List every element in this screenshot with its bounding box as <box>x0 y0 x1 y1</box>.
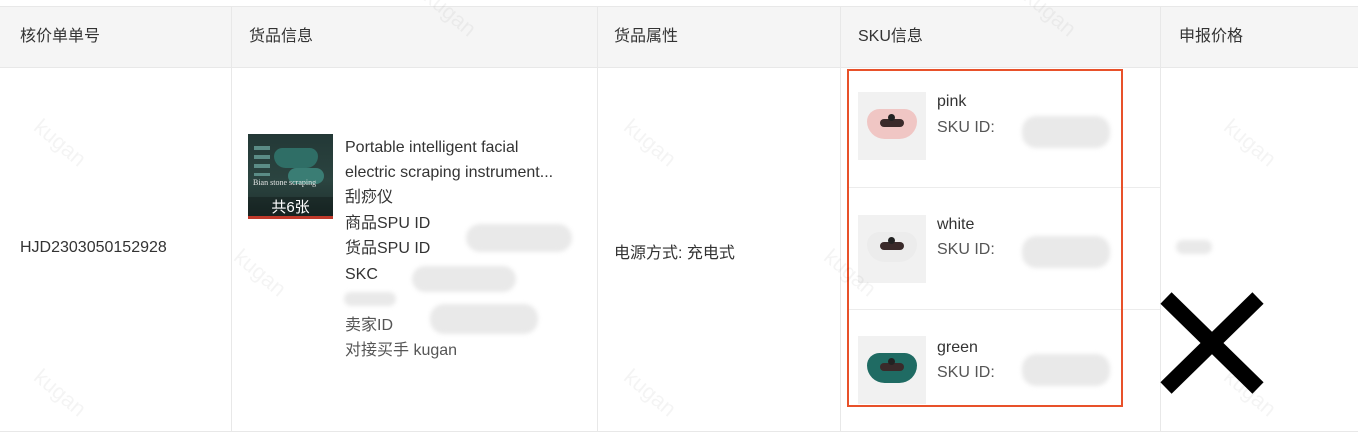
header-product-info: 货品信息 <box>249 28 314 45</box>
thumbnail-decor <box>254 146 270 176</box>
product-title-line1[interactable]: Portable intelligent facial <box>345 138 518 158</box>
column-divider <box>840 6 841 432</box>
row-divider <box>0 431 1358 432</box>
product-spu-label: 商品SPU ID <box>345 215 431 232</box>
header-sku-info: SKU信息 <box>858 28 923 45</box>
skc-label: SKC <box>345 266 378 283</box>
column-divider <box>231 6 232 432</box>
redacted-price <box>1176 240 1212 254</box>
redacted-value <box>430 304 538 334</box>
device-shape <box>274 148 318 168</box>
redacted-value <box>344 292 396 306</box>
column-divider <box>597 6 598 432</box>
redacted-value <box>412 266 516 292</box>
sku-highlight-box <box>847 69 1123 407</box>
header-order-no: 核价单单号 <box>20 28 101 45</box>
header-declared-price: 申报价格 <box>1179 28 1244 45</box>
thumbnail-accent <box>248 216 333 219</box>
product-name-cn: 刮痧仪 <box>345 189 394 206</box>
buyer-label: 对接买手 kugan <box>345 342 458 359</box>
header-product-attributes: 货品属性 <box>614 28 679 45</box>
redacted-value <box>466 224 572 252</box>
order-number[interactable]: HJD2303050152928 <box>20 239 167 257</box>
product-title-line2[interactable]: electric scraping instrument... <box>345 163 553 183</box>
product-attribute: 电源方式: 充电式 <box>614 245 735 262</box>
table-header: 核价单单号 货品信息 货品属性 SKU信息 申报价格 <box>0 6 1358 68</box>
pricing-table: 核价单单号 货品信息 货品属性 SKU信息 申报价格 HJD2303050152… <box>0 0 1358 437</box>
close-icon <box>1160 292 1264 394</box>
product-thumbnail[interactable]: Bian stone scraping 共6张 <box>248 134 333 219</box>
thumbnail-text: Bian stone scraping <box>253 178 317 187</box>
goods-spu-label: 货品SPU ID <box>345 240 431 257</box>
seller-id-label: 卖家ID <box>345 317 394 334</box>
